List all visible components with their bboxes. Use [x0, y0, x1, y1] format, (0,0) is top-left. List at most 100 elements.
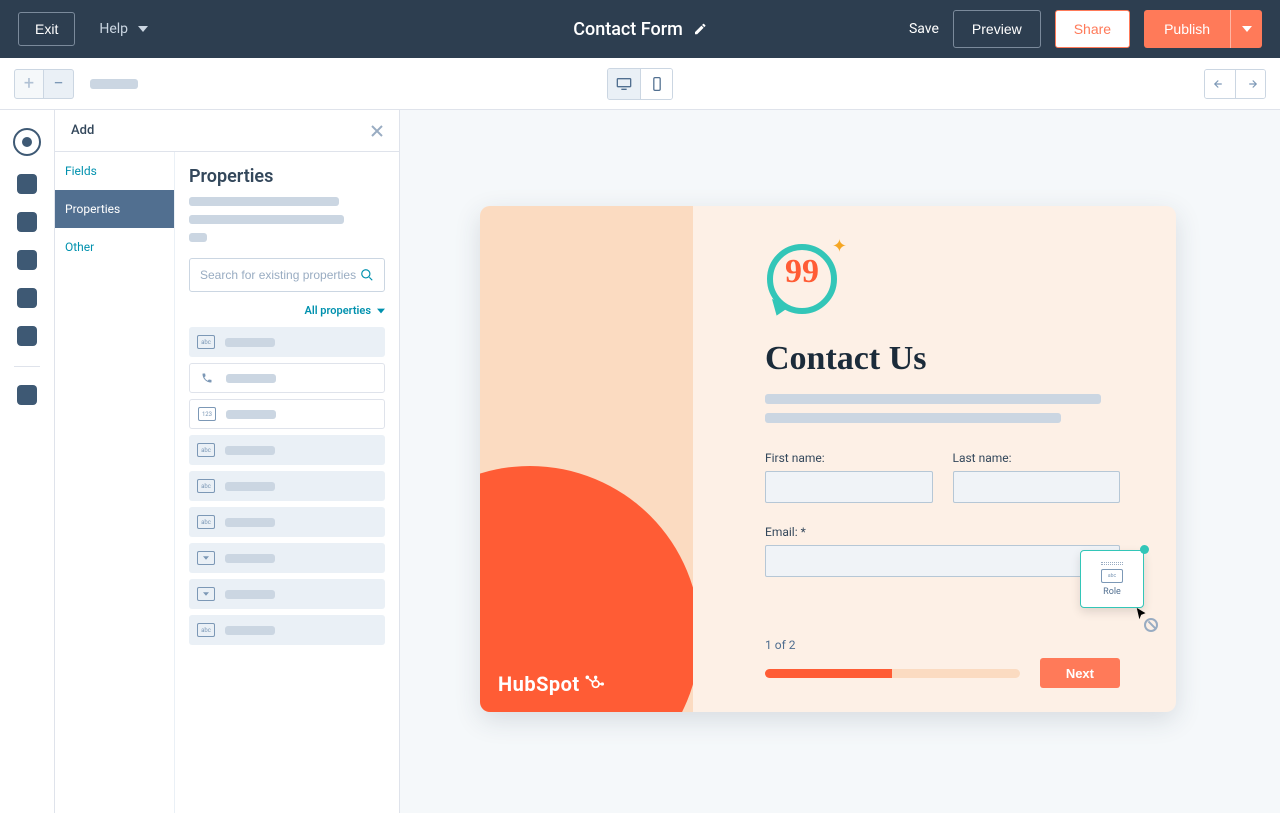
- property-label-placeholder: [226, 410, 276, 419]
- placeholder-line: [189, 233, 207, 242]
- property-item[interactable]: [189, 363, 385, 393]
- property-item[interactable]: abc: [189, 471, 385, 501]
- zoom-level-placeholder: [90, 79, 138, 89]
- property-item[interactable]: abc: [189, 615, 385, 645]
- properties-title: Properties: [189, 166, 385, 187]
- property-label-placeholder: [225, 626, 275, 635]
- drag-card-label: Role: [1103, 587, 1121, 597]
- save-link[interactable]: Save: [909, 21, 939, 37]
- property-search[interactable]: [189, 258, 385, 292]
- property-item[interactable]: 123: [189, 399, 385, 429]
- form-preview-card: HubSpot 99 ✦ Contact Us First name:: [480, 206, 1176, 712]
- description-placeholder: [765, 413, 1061, 423]
- zoom-controls: + −: [14, 69, 74, 99]
- category-properties[interactable]: Properties: [55, 190, 174, 228]
- number-field-icon: 123: [198, 407, 216, 421]
- text-field-icon: abc: [197, 479, 215, 493]
- publish-button[interactable]: Publish: [1144, 10, 1230, 48]
- first-name-label: First name:: [765, 451, 933, 465]
- page-title[interactable]: Contact Form: [573, 19, 707, 40]
- search-icon: [360, 268, 374, 282]
- property-list: abc 123 abc abc abc abc: [189, 327, 385, 645]
- form-canvas[interactable]: HubSpot 99 ✦ Contact Us First name:: [400, 110, 1280, 813]
- history-controls: [1204, 69, 1266, 99]
- last-name-input[interactable]: [953, 471, 1121, 503]
- redo-button[interactable]: [1235, 70, 1265, 98]
- form-heading: Contact Us: [765, 340, 1120, 378]
- rail-item-4[interactable]: [17, 250, 37, 270]
- first-name-input[interactable]: [765, 471, 933, 503]
- placeholder-line: [189, 215, 344, 224]
- properties-pane: Properties All properties abc123abcabcab…: [175, 152, 399, 813]
- chevron-down-icon: [377, 307, 385, 315]
- zoom-in-button[interactable]: +: [14, 69, 44, 99]
- property-item[interactable]: [189, 579, 385, 609]
- close-icon[interactable]: [371, 125, 383, 137]
- form-left-panel: HubSpot: [480, 206, 693, 712]
- undo-icon: [1213, 78, 1227, 90]
- phone-icon: [198, 371, 216, 385]
- zoom-out-button[interactable]: −: [44, 69, 74, 99]
- property-label-placeholder: [225, 446, 275, 455]
- property-label-placeholder: [226, 374, 276, 383]
- property-item[interactable]: abc: [189, 507, 385, 537]
- publish-menu-toggle[interactable]: [1230, 10, 1262, 48]
- exit-button[interactable]: Exit: [18, 12, 75, 46]
- step-text: 1 of 2: [765, 638, 1120, 652]
- rail-item-7[interactable]: [17, 385, 37, 405]
- rail-separator: [14, 366, 40, 367]
- last-name-label: Last name:: [953, 451, 1121, 465]
- rail-item-6[interactable]: [17, 326, 37, 346]
- text-field-icon: abc: [197, 335, 215, 349]
- property-item[interactable]: abc: [189, 327, 385, 357]
- rail-item-3[interactable]: [17, 212, 37, 232]
- category-other[interactable]: Other: [55, 228, 174, 266]
- chevron-down-icon: [138, 24, 148, 34]
- redo-icon: [1244, 78, 1258, 90]
- all-properties-filter[interactable]: All properties: [189, 304, 385, 317]
- property-label-placeholder: [225, 482, 275, 491]
- help-label: Help: [99, 21, 128, 37]
- property-label-placeholder: [225, 590, 275, 599]
- property-search-input[interactable]: [200, 268, 360, 282]
- form-right-panel: 99 ✦ Contact Us First name: Last name:: [693, 206, 1176, 712]
- rail-add[interactable]: [13, 128, 41, 156]
- quote-bubble-icon: 99 ✦: [763, 240, 841, 318]
- next-button[interactable]: Next: [1040, 658, 1120, 688]
- rail-item-5[interactable]: [17, 288, 37, 308]
- property-label-placeholder: [225, 518, 275, 527]
- description-placeholder: [765, 394, 1101, 404]
- add-panel: Add Fields Properties Other Properties A…: [55, 110, 400, 813]
- mobile-preview-button[interactable]: [640, 69, 672, 99]
- placeholder-line: [189, 197, 339, 206]
- panel-categories: Fields Properties Other: [55, 152, 175, 813]
- help-menu[interactable]: Help: [99, 21, 148, 37]
- page-title-text: Contact Form: [573, 19, 683, 40]
- email-label: Email: *: [765, 525, 1120, 539]
- text-field-icon: abc: [197, 515, 215, 529]
- desktop-preview-button[interactable]: [608, 69, 640, 99]
- hubspot-sprocket-icon: [584, 674, 604, 694]
- category-fields[interactable]: Fields: [55, 152, 174, 190]
- email-input[interactable]: [765, 545, 1120, 577]
- not-allowed-icon: [1144, 618, 1158, 632]
- dragging-property-card[interactable]: abc Role: [1080, 550, 1144, 608]
- property-item[interactable]: abc: [189, 435, 385, 465]
- dropdown-field-icon: [197, 551, 215, 565]
- device-toggle: [607, 68, 673, 100]
- share-button[interactable]: Share: [1055, 10, 1130, 48]
- hubspot-logo: HubSpot: [498, 672, 604, 696]
- chevron-down-icon: [1242, 24, 1252, 34]
- dropdown-field-icon: [197, 587, 215, 601]
- panel-title: Add: [71, 123, 94, 138]
- step-indicator: 1 of 2 Next: [765, 638, 1120, 688]
- property-item[interactable]: [189, 543, 385, 573]
- desktop-icon: [616, 77, 632, 91]
- progress-bar: [765, 669, 1020, 678]
- text-field-icon: abc: [197, 623, 215, 637]
- publish-group: Publish: [1144, 10, 1262, 48]
- rail-item-2[interactable]: [17, 174, 37, 194]
- preview-button[interactable]: Preview: [953, 10, 1041, 48]
- undo-button[interactable]: [1205, 70, 1235, 98]
- top-nav: Exit Help Contact Form Save Preview Shar…: [0, 0, 1280, 58]
